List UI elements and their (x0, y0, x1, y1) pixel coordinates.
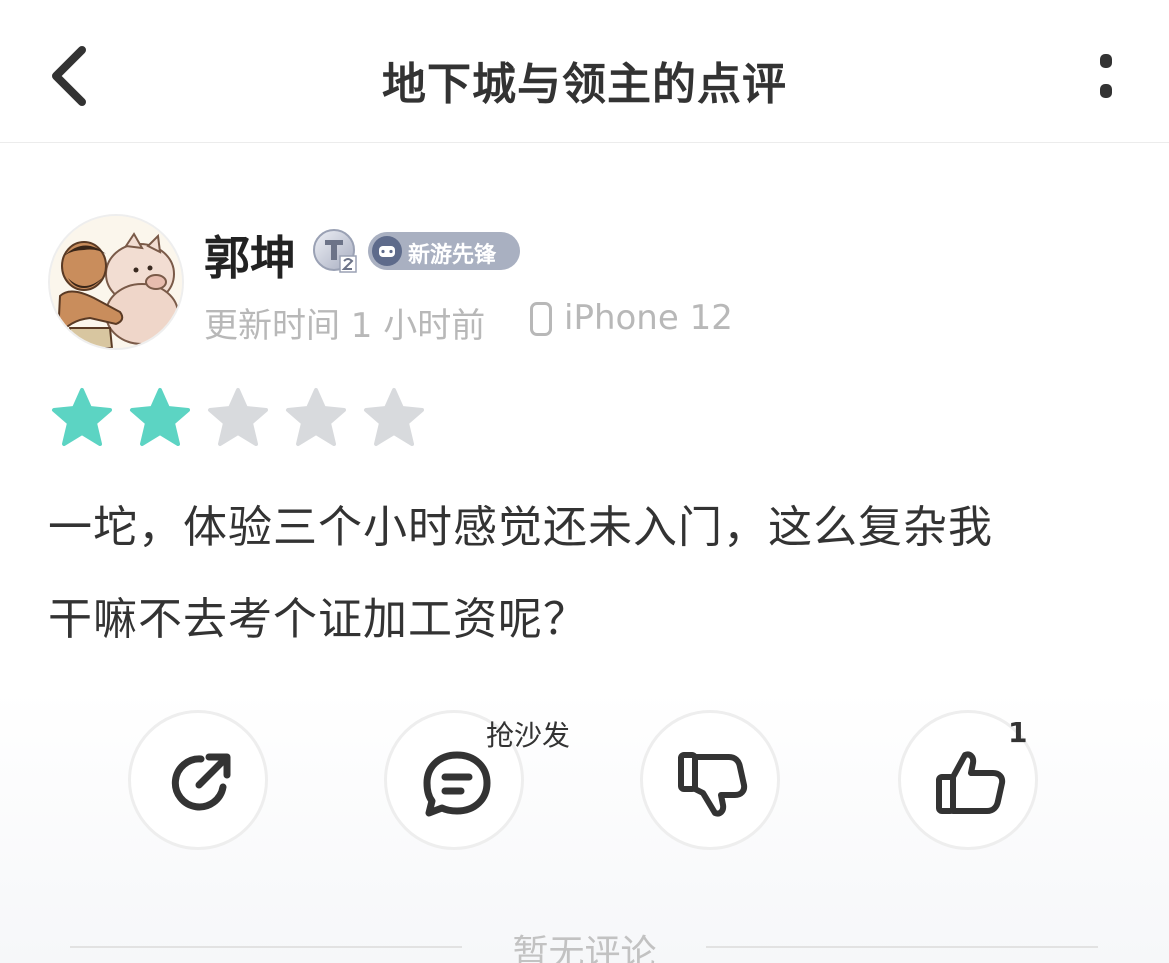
avatar-illustration (50, 216, 182, 348)
thumbs-down-icon (678, 752, 748, 817)
share-icon (171, 753, 231, 811)
phone-icon (530, 302, 552, 336)
more-vertical-icon (1100, 54, 1112, 98)
device-label: iPhone 12 (564, 298, 733, 338)
avatar[interactable] (48, 214, 184, 350)
comment-icon (423, 751, 491, 817)
review-text: 一坨，体验三个小时感觉还未入门，这么复杂我 干嘛不去考个证加工资呢？ (48, 482, 1128, 666)
update-time: 更新时间 1 小时前 (204, 306, 486, 346)
review-line: 干嘛不去考个证加工资呢？ (48, 594, 588, 645)
username[interactable]: 郭坤 (204, 222, 296, 288)
star-empty-icon (286, 388, 346, 446)
star-empty-icon (364, 388, 424, 446)
no-comments-text: 暂无评论 (512, 933, 657, 963)
gamepad-icon (372, 236, 402, 266)
dislike-button[interactable] (640, 710, 780, 850)
tag-badge[interactable]: 新游先锋 (368, 232, 520, 270)
review-detail-screen: 地下城与领主的点评 郭坤 新游先锋 更新时间 1 小时前 iPhone 12 一… (0, 0, 1169, 963)
thumbs-up-icon (936, 751, 1006, 814)
page-title: 地下城与领主的点评 (382, 59, 787, 110)
like-count: 1 (1008, 716, 1028, 749)
header-bar: 地下城与领主的点评 (0, 0, 1169, 143)
level-badge (312, 228, 358, 274)
share-button[interactable] (128, 710, 268, 850)
star-empty-icon (208, 388, 268, 446)
more-button[interactable] (1086, 50, 1126, 106)
review-line: 一坨，体验三个小时感觉还未入门，这么复杂我 (48, 502, 993, 553)
star-filled-icon (130, 388, 190, 446)
level-t2-icon (313, 229, 357, 273)
star-rating (50, 386, 450, 450)
tag-label: 新游先锋 (408, 243, 497, 268)
star-filled-icon (52, 388, 112, 446)
comment-label: 抢沙发 (486, 719, 571, 752)
